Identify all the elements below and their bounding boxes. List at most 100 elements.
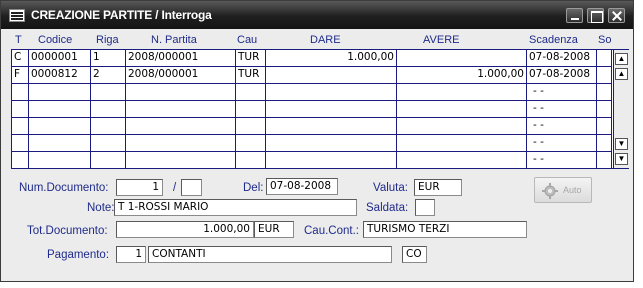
del-date-field[interactable]: 07-08-2008: [266, 178, 338, 195]
cell-cau[interactable]: [236, 152, 266, 168]
valuta-field[interactable]: EUR: [414, 179, 462, 196]
cell-riga[interactable]: 2: [91, 67, 126, 83]
app-icon[interactable]: [9, 9, 25, 22]
cell-scadenza[interactable]: 07-08-2008: [527, 50, 597, 66]
scroll-up-icon[interactable]: ▲: [615, 68, 628, 80]
cell-riga[interactable]: 1: [91, 50, 126, 66]
cell-so[interactable]: [597, 101, 612, 117]
cell-t[interactable]: [12, 118, 29, 134]
cell-npartita[interactable]: [126, 101, 236, 117]
cell-avere[interactable]: 1.000,00: [397, 67, 527, 83]
grid-scrollbar[interactable]: ▲ ▲ ▼ ▼: [613, 50, 629, 168]
cell-t[interactable]: [12, 135, 29, 151]
cell-avere[interactable]: [397, 135, 527, 151]
tot-documento-label: Tot.Documento:: [27, 225, 108, 237]
cell-scadenza[interactable]: - -: [527, 152, 597, 168]
cell-codice[interactable]: 0000812: [29, 67, 91, 83]
cell-t[interactable]: [12, 84, 29, 100]
num-documento-field[interactable]: 1: [116, 179, 163, 196]
cell-so[interactable]: [597, 67, 612, 83]
maximize-icon[interactable]: [587, 8, 604, 23]
col-header-riga: Riga: [96, 34, 119, 46]
cell-avere[interactable]: [397, 50, 527, 66]
cell-codice[interactable]: [29, 135, 91, 151]
cell-npartita[interactable]: [126, 152, 236, 168]
scroll-top-icon[interactable]: ▲: [615, 53, 628, 65]
table-row[interactable]: C 0000001 1 2008/000001 TUR 1.000,00 07-…: [12, 50, 612, 67]
cell-scadenza[interactable]: - -: [527, 101, 597, 117]
cell-t[interactable]: F: [12, 67, 29, 83]
num-documento-suffix-field[interactable]: [181, 179, 202, 196]
close-icon[interactable]: [608, 8, 625, 23]
cell-dare[interactable]: [266, 118, 397, 134]
cell-avere[interactable]: [397, 101, 527, 117]
cell-dare[interactable]: [266, 135, 397, 151]
cell-cau[interactable]: TUR: [236, 67, 266, 83]
cell-dare[interactable]: [266, 101, 397, 117]
tot-documento-field[interactable]: 1.000,00: [116, 221, 254, 238]
cell-t[interactable]: [12, 101, 29, 117]
tot-valuta-field[interactable]: EUR: [254, 221, 294, 238]
table-row[interactable]: - -: [12, 84, 612, 101]
scroll-down-icon[interactable]: ▼: [615, 138, 628, 150]
pagamento-code-field[interactable]: 1: [116, 246, 146, 263]
cell-dare[interactable]: [266, 152, 397, 168]
cell-cau[interactable]: [236, 118, 266, 134]
auto-button[interactable]: Auto: [534, 177, 592, 203]
cell-npartita[interactable]: [126, 118, 236, 134]
cell-npartita[interactable]: 2008/000001: [126, 67, 236, 83]
scroll-bottom-icon[interactable]: ▼: [615, 153, 628, 165]
cell-cau[interactable]: [236, 101, 266, 117]
pagamento-desc-field[interactable]: CONTANTI: [148, 246, 392, 263]
cell-scadenza[interactable]: - -: [527, 84, 597, 100]
cell-so[interactable]: [597, 50, 612, 66]
cell-avere[interactable]: [397, 118, 527, 134]
cell-avere[interactable]: [397, 152, 527, 168]
table-row[interactable]: - -: [12, 135, 612, 152]
cell-riga[interactable]: [91, 101, 126, 117]
cell-riga[interactable]: [91, 152, 126, 168]
cell-t[interactable]: C: [12, 50, 29, 66]
cell-codice[interactable]: [29, 84, 91, 100]
cell-so[interactable]: [597, 118, 612, 134]
cell-npartita[interactable]: [126, 135, 236, 151]
cell-scadenza[interactable]: 07-08-2008: [527, 67, 597, 83]
saldata-field[interactable]: [415, 199, 435, 216]
window-title: CREAZIONE PARTITE / Interroga: [31, 8, 212, 22]
cell-cau[interactable]: TUR: [236, 50, 266, 66]
cell-npartita[interactable]: [126, 84, 236, 100]
entries-grid[interactable]: C 0000001 1 2008/000001 TUR 1.000,00 07-…: [11, 49, 629, 169]
minimize-icon[interactable]: [566, 8, 583, 23]
cell-npartita[interactable]: 2008/000001: [126, 50, 236, 66]
pagamento-extra-field[interactable]: CO: [402, 246, 427, 263]
cell-dare[interactable]: [266, 84, 397, 100]
cell-scadenza[interactable]: - -: [527, 135, 597, 151]
cell-so[interactable]: [597, 135, 612, 151]
cell-codice[interactable]: [29, 118, 91, 134]
del-label: Del:: [243, 182, 264, 194]
cell-cau[interactable]: [236, 84, 266, 100]
title-bar[interactable]: CREAZIONE PARTITE / Interroga: [1, 1, 633, 29]
note-field[interactable]: T 1-ROSSI MARIO: [114, 199, 357, 216]
cell-avere[interactable]: [397, 84, 527, 100]
cell-riga[interactable]: [91, 118, 126, 134]
cell-codice[interactable]: 0000001: [29, 50, 91, 66]
cell-riga[interactable]: [91, 84, 126, 100]
cell-cau[interactable]: [236, 135, 266, 151]
table-row[interactable]: F 0000812 2 2008/000001 TUR 1.000,00 07-…: [12, 67, 612, 84]
cell-codice[interactable]: [29, 101, 91, 117]
table-row[interactable]: - -: [12, 152, 612, 169]
pagamento-label: Pagamento:: [47, 249, 110, 261]
cell-t[interactable]: [12, 152, 29, 168]
cell-codice[interactable]: [29, 152, 91, 168]
cell-dare[interactable]: 1.000,00: [266, 50, 397, 66]
table-row[interactable]: - -: [12, 101, 612, 118]
cell-so[interactable]: [597, 84, 612, 100]
col-header-avere: AVERE: [423, 34, 460, 46]
cell-riga[interactable]: [91, 135, 126, 151]
table-row[interactable]: - -: [12, 118, 612, 135]
cell-so[interactable]: [597, 152, 612, 168]
cell-dare[interactable]: [266, 67, 397, 83]
cell-scadenza[interactable]: - -: [527, 118, 597, 134]
cau-cont-field[interactable]: TURISMO TERZI: [363, 221, 527, 238]
